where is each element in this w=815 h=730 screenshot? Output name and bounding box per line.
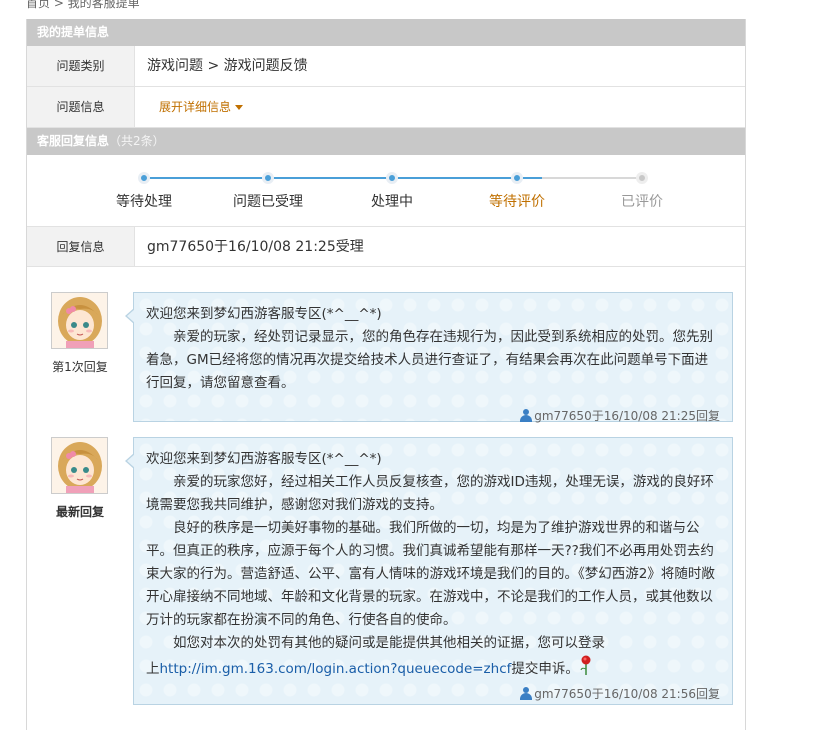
caret-down-icon	[235, 105, 244, 110]
user-icon	[520, 687, 533, 700]
reply-tag-1: 第1次回复	[52, 360, 108, 374]
gm-avatar	[51, 437, 108, 494]
reply-signature-1: gm77650于16/10/08 21:25回复	[146, 405, 720, 428]
step-dot-2	[262, 172, 274, 184]
section-my-ticket-title: 我的提单信息	[37, 25, 110, 39]
progress-track-pending	[542, 177, 643, 179]
appeal-link[interactable]: http://im.gm.163.com/login.action?queuec…	[160, 661, 512, 677]
link-suffix: 提交申诉。	[511, 661, 579, 677]
user-icon	[520, 409, 533, 422]
step-dot-3	[386, 172, 398, 184]
reply-signature-text: gm77650于16/10/08 21:56回复	[534, 687, 720, 701]
reply-paragraph: 亲爱的玩家，经处罚记录显示，您的角色存在违规行为，因此受到系统相应的处罚。您先别…	[146, 329, 713, 391]
ticket-panel: 我的提单信息 问题类别 游戏问题 > 游戏问题反馈 问题信息 展开详细信息 客服…	[26, 19, 746, 730]
breadcrumb: 首页 > 我的客服提单	[26, 0, 140, 10]
reply-signature-2: gm77650于16/10/08 21:56回复	[146, 683, 720, 706]
link-prefix: 上	[146, 661, 160, 677]
step-label-4: 等待评价	[489, 194, 545, 210]
info-label: 问题信息	[27, 87, 135, 127]
info-row: 问题信息 展开详细信息	[27, 87, 745, 128]
step-label-1: 等待处理	[116, 194, 172, 210]
reply-item-1: 第1次回复 欢迎您来到梦幻西游客服专区(*^__^*) 亲爱的玩家，经处罚记录显…	[51, 292, 735, 423]
section-replies-header: 客服回复信息（共2条）	[27, 128, 745, 155]
category-row: 问题类别 游戏问题 > 游戏问题反馈	[27, 46, 745, 87]
expand-details-link[interactable]: 展开详细信息	[159, 100, 244, 114]
category-value: 游戏问题 > 游戏问题反馈	[147, 58, 308, 74]
step-dot-1	[138, 172, 150, 184]
reply-item-2: 最新回复 欢迎您来到梦幻西游客服专区(*^__^*) 亲爱的玩家您好，经过相关工…	[51, 437, 735, 707]
reply-bubble-2: 欢迎您来到梦幻西游客服专区(*^__^*) 亲爱的玩家您好，经过相关工作人员反复…	[125, 437, 733, 706]
reply-count: （共2条）	[109, 134, 165, 148]
step-label-5: 已评价	[621, 194, 663, 210]
reply-paragraph: 如您对本次的处罚有其他的疑问或是能提供其他相关的证据，您可以登录	[173, 635, 605, 651]
reply-link-line: 上http://im.gm.163.com/login.action?queue…	[146, 655, 720, 681]
reply-paragraph: 亲爱的玩家您好，经过相关工作人员反复核查，您的游戏ID违规，处理无误，游戏的良好…	[146, 474, 714, 513]
step-dot-5	[636, 172, 648, 184]
reply-info-value: gm77650于16/10/08 21:25受理	[147, 239, 364, 255]
reply-info-label: 回复信息	[27, 227, 135, 266]
section-my-ticket-header: 我的提单信息	[27, 19, 745, 46]
reply-tag-2: 最新回复	[55, 505, 104, 519]
reply-greeting: 欢迎您来到梦幻西游客服专区(*^__^*)	[146, 306, 382, 322]
section-replies-title: 客服回复信息	[37, 134, 110, 148]
step-dot-4	[511, 172, 523, 184]
category-label: 问题类别	[27, 46, 135, 86]
expand-details-label: 展开详细信息	[159, 100, 232, 114]
step-label-2: 问题已受理	[233, 194, 303, 210]
reply-info-row: 回复信息 gm77650于16/10/08 21:25受理	[27, 227, 745, 267]
step-label-3: 处理中	[371, 194, 413, 210]
progress-steps: 等待处理 问题已受理 处理中 等待评价 已评价	[27, 155, 745, 227]
reply-bubble-1: 欢迎您来到梦幻西游客服专区(*^__^*) 亲爱的玩家，经处罚记录显示，您的角色…	[125, 292, 733, 423]
progress-track-done	[144, 177, 542, 179]
gm-avatar	[51, 292, 108, 349]
reply-paragraph: 良好的秩序是一切美好事物的基础。我们所做的一切，均是为了维护游戏世界的和谐与公平…	[146, 520, 715, 628]
rose-icon	[580, 655, 591, 675]
reply-signature-text: gm77650于16/10/08 21:25回复	[534, 409, 720, 423]
reply-greeting: 欢迎您来到梦幻西游客服专区(*^__^*)	[146, 451, 382, 467]
